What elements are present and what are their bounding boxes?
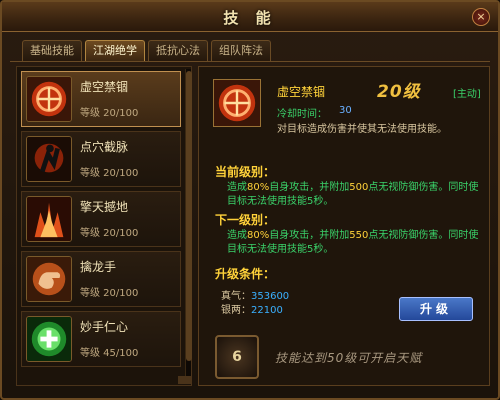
knot-icon <box>26 76 72 122</box>
cooldown-label: 冷却时间： <box>277 109 327 120</box>
skill-level: 等级 20/100 <box>80 288 139 299</box>
skill-item-xukong[interactable]: 虚空禁锢 等级 20/100 <box>21 71 181 127</box>
skill-item-qingtian[interactable]: 擎天撼地 等级 20/100 <box>21 191 181 247</box>
detail-skill-level: 20级 <box>377 82 421 102</box>
skill-name: 擎天撼地 <box>80 200 129 214</box>
skill-name: 点穴截脉 <box>80 140 129 154</box>
detail-skill-type: [主动] <box>453 89 481 100</box>
silver-value: 22100 <box>251 305 283 316</box>
zhenqi-requirement: 真气：353600 <box>221 287 289 302</box>
detail-skill-name: 虚空禁锢 <box>277 85 326 99</box>
skill-level: 等级 45/100 <box>80 348 139 359</box>
skill-level: 等级 20/100 <box>80 108 139 119</box>
window-title: 技 能 <box>223 9 277 27</box>
skill-description: 对目标造成伤害并使其无法使用技能。 <box>277 124 447 135</box>
skill-list: 虚空禁锢 等级 20/100 点穴截脉 等级 20/100 擎天撼地 等级 20… <box>16 66 192 386</box>
skill-window: 技 能 × 基础技能 江湖绝学 抵抗心法 组队阵法 虚空禁锢 等级 20/100 <box>0 0 500 400</box>
tab-team-formation[interactable]: 组队阵法 <box>211 40 271 62</box>
title-bar: 技 能 × <box>2 2 498 32</box>
grab-hand-icon <box>26 256 72 302</box>
tab-resist-arts[interactable]: 抵抗心法 <box>148 40 208 62</box>
effect-text: 自身攻击，并附加 <box>269 182 350 193</box>
skill-name: 擒龙手 <box>80 260 117 274</box>
skill-list-scrollbar[interactable] <box>185 69 192 383</box>
heal-cross-icon <box>26 316 72 362</box>
cooldown-value: 30 <box>339 105 352 116</box>
tab-basic-skills[interactable]: 基础技能 <box>22 40 82 62</box>
effect-text: 造成 <box>227 230 247 241</box>
fire-burst-icon <box>26 196 72 242</box>
effect-percent: 80% <box>247 230 270 241</box>
silver-requirement: 银两：22100 <box>221 301 283 316</box>
effect-text: 自身攻击，并附加 <box>269 230 350 241</box>
scrollbar-thumb[interactable] <box>186 71 192 361</box>
close-button[interactable]: × <box>472 8 490 26</box>
next-level-heading: 下一级别： <box>215 213 276 227</box>
upgrade-conditions-heading: 升级条件： <box>215 267 276 281</box>
tab-bar: 基础技能 江湖绝学 抵抗心法 组队阵法 <box>22 40 271 62</box>
silver-label: 银两： <box>221 305 251 316</box>
effect-bonus: 550 <box>349 230 369 241</box>
skill-name: 妙手仁心 <box>80 320 129 334</box>
seal-number: 6 <box>232 349 242 365</box>
current-level-effect: 造成80%自身攻击，并附加500点无视防御伤害。同时使目标无法使用技能5秒。 <box>227 181 481 209</box>
current-level-heading: 当前级别： <box>215 165 276 179</box>
skill-item-qinlong[interactable]: 擒龙手 等级 20/100 <box>21 251 181 307</box>
strike-icon <box>26 136 72 182</box>
upgrade-button[interactable]: 升级 <box>399 297 473 321</box>
talent-seal-icon: 6 <box>215 335 259 379</box>
skill-item-miaoshou[interactable]: 妙手仁心 等级 45/100 <box>21 311 181 367</box>
effect-bonus: 500 <box>349 182 369 193</box>
skill-level: 等级 20/100 <box>80 168 139 179</box>
skill-item-dianxue[interactable]: 点穴截脉 等级 20/100 <box>21 131 181 187</box>
next-level-effect: 造成80%自身攻击，并附加550点无视防御伤害。同时使目标无法使用技能5秒。 <box>227 229 481 257</box>
skill-level: 等级 20/100 <box>80 228 139 239</box>
effect-text: 造成 <box>227 182 247 193</box>
talent-hint: 技能达到50级可开启天赋 <box>275 351 423 365</box>
skill-name: 虚空禁锢 <box>80 80 129 94</box>
tab-jianghu-skills[interactable]: 江湖绝学 <box>85 40 145 62</box>
tab-divider <box>10 61 490 62</box>
effect-percent: 80% <box>247 182 270 193</box>
knot-icon <box>213 79 261 127</box>
skill-detail-panel: 虚空禁锢 20级 [主动] 冷却时间： 30 对目标造成伤害并使其无法使用技能。… <box>198 66 490 386</box>
scroll-corner <box>178 376 192 384</box>
